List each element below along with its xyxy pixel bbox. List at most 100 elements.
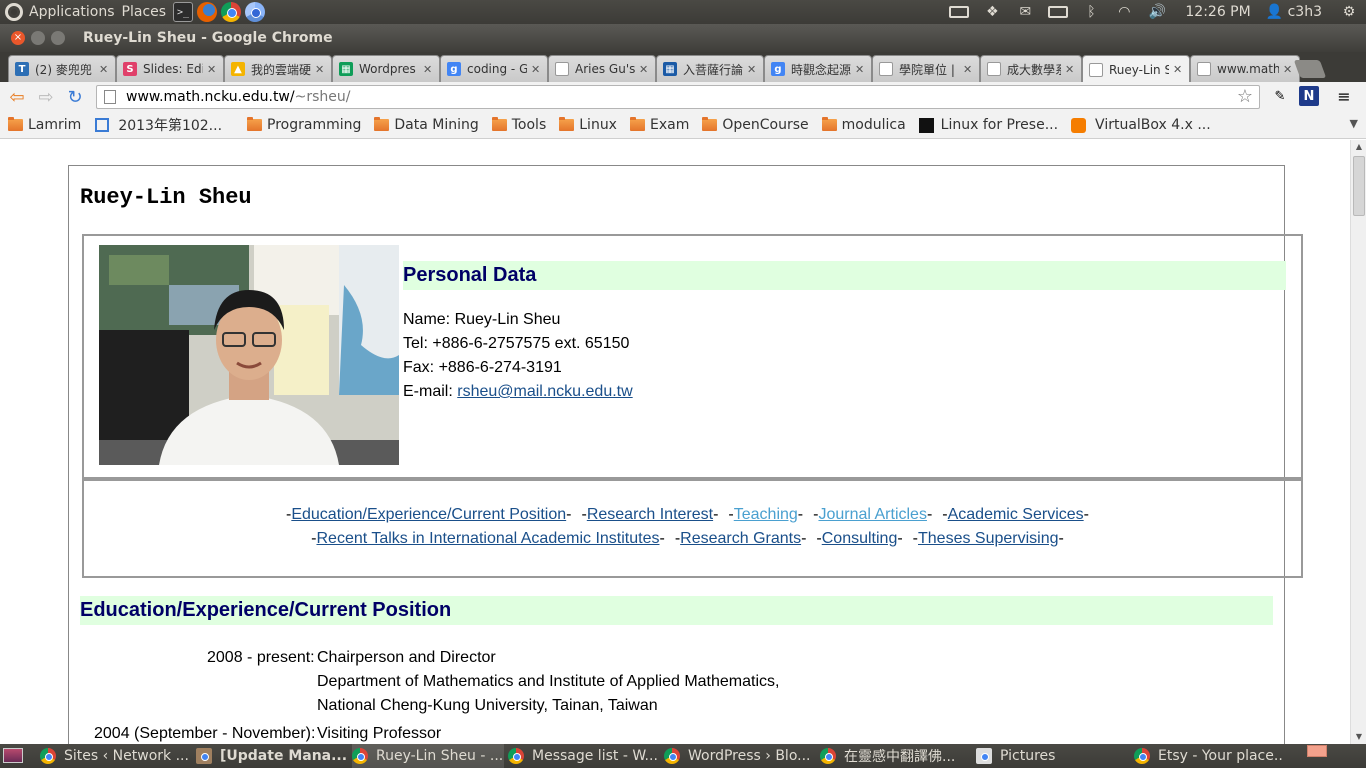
back-arrow-icon[interactable]: ⇦ (5, 85, 29, 109)
section-link[interactable]: Journal Articles (818, 506, 927, 523)
vertical-scrollbar[interactable]: ▲ ▼ (1350, 140, 1366, 744)
tab-close-icon[interactable]: ✕ (315, 63, 325, 76)
taskbar-item[interactable]: [Update Mana... (196, 744, 348, 768)
bookmark-star-icon[interactable]: ☆ (1237, 86, 1253, 107)
taskbar-item[interactable]: Message list - W... (508, 744, 660, 768)
tab-close-icon[interactable]: ✕ (639, 63, 649, 76)
tab-label: 入菩薩行論 (683, 62, 743, 77)
folder-icon (559, 117, 575, 131)
bookmark-item[interactable]: Linux (559, 117, 617, 133)
chrome-menu-icon[interactable]: ≡ (1334, 86, 1354, 106)
folder-icon (374, 117, 390, 131)
browser-tab[interactable]: www.math ✕ (1190, 55, 1300, 82)
bookmark-item[interactable]: Linux for Prese... (918, 117, 1058, 133)
browser-tab[interactable]: T (2) 麥兜兜 ✕ (8, 55, 116, 82)
chromium-icon[interactable] (245, 2, 266, 22)
section-link-item: -Journal Articles- (813, 506, 933, 523)
browser-tab[interactable]: ▦ Wordpres ✕ (332, 55, 440, 82)
bluetooth-icon[interactable]: ᛒ (1080, 4, 1102, 20)
terminal-icon[interactable]: >_ (173, 2, 194, 22)
browser-tab[interactable]: ▦ 入菩薩行論 ✕ (656, 55, 764, 82)
minimize-window-icon[interactable] (31, 31, 45, 45)
browser-tab[interactable]: ▲ 我的雲端硬 ✕ (224, 55, 332, 82)
bookmark-item[interactable]: OpenCourse (702, 117, 809, 133)
email-link[interactable]: rsheu@mail.ncku.edu.tw (457, 383, 632, 400)
workspace-switcher-icon[interactable] (1307, 745, 1327, 757)
tab-close-icon[interactable]: ✕ (747, 63, 757, 76)
scroll-up-icon[interactable]: ▲ (1351, 140, 1366, 154)
dropbox-icon[interactable]: ❖ (981, 4, 1003, 20)
taskbar-item[interactable]: Etsy - Your place... (1134, 744, 1284, 768)
ubuntu-logo-icon[interactable] (5, 3, 23, 21)
taskbar-item[interactable]: Pictures (976, 744, 1128, 768)
keyboard-icon[interactable] (948, 4, 970, 20)
taskbar-item[interactable]: WordPress › Blo... (664, 744, 816, 768)
wifi-icon[interactable]: ◠ (1113, 4, 1135, 20)
scrollbar-thumb[interactable] (1353, 156, 1365, 216)
reload-icon[interactable]: ↻ (63, 85, 87, 109)
bookmark-item[interactable]: VirtualBox 4.x ... (1071, 117, 1211, 133)
clock[interactable]: 12:26 PM (1185, 4, 1250, 20)
profile-photo (99, 245, 399, 465)
section-link[interactable]: Education/Experience/Current Position (291, 506, 566, 523)
show-desktop-icon[interactable] (3, 748, 23, 763)
applications-menu[interactable]: Applications (29, 4, 115, 20)
tab-close-icon[interactable]: ✕ (99, 63, 109, 76)
browser-tab[interactable]: S Slides: Edi ✕ (116, 55, 224, 82)
browser-tab[interactable]: g coding - G ✕ (440, 55, 548, 82)
bookmark-item[interactable]: Data Mining (374, 117, 479, 133)
mail-icon[interactable]: ✉ (1014, 4, 1036, 20)
bookmark-item[interactable]: Lamrim (8, 117, 81, 133)
extension-wrench-icon[interactable]: ✎ (1270, 86, 1290, 106)
new-tab-button[interactable] (1293, 60, 1327, 78)
tab-close-icon[interactable]: ✕ (207, 63, 217, 76)
browser-tab[interactable]: Aries Gu's ✕ (548, 55, 656, 82)
section-link[interactable]: Academic Services (948, 506, 1084, 523)
section-link[interactable]: Consulting (822, 530, 898, 547)
section-link[interactable]: Research Grants (680, 530, 801, 547)
volume-icon[interactable]: 🔊 (1146, 4, 1168, 20)
bookmarks-overflow-icon[interactable]: ▼ (1350, 117, 1358, 130)
gear-icon[interactable]: ⚙ (1338, 4, 1360, 20)
bookmark-label: Exam (649, 117, 690, 133)
taskbar-label: Pictures (1000, 748, 1056, 764)
section-link[interactable]: Theses Supervising (918, 530, 1059, 547)
battery-icon[interactable] (1047, 4, 1069, 20)
close-window-icon[interactable]: × (11, 31, 25, 45)
extension-n-icon[interactable]: N (1299, 86, 1319, 106)
bookmark-item[interactable]: Tools (491, 117, 546, 133)
tab-close-icon[interactable]: ✕ (855, 63, 865, 76)
bottom-taskbar: Sites ‹ Network ... [Update Mana... Ruey-L… (0, 744, 1366, 768)
firefox-icon[interactable] (197, 2, 218, 22)
tab-close-icon[interactable]: ✕ (531, 63, 541, 76)
tab-close-icon[interactable]: ✕ (423, 63, 433, 76)
bookmark-item[interactable]: 2013年第102... (95, 115, 222, 135)
tab-favicon-icon: T (15, 62, 29, 76)
tab-label: 成大數學系 (1007, 62, 1061, 77)
tab-close-icon[interactable]: ✕ (1283, 63, 1293, 76)
tab-close-icon[interactable]: ✕ (1173, 63, 1183, 76)
address-bar[interactable]: www.math.ncku.edu.tw/~rsheu/ ☆ (96, 85, 1260, 109)
section-link[interactable]: Teaching (734, 506, 798, 523)
taskbar-item[interactable]: 在靈感中翻譯佛... (820, 744, 972, 768)
maximize-window-icon[interactable] (51, 31, 65, 45)
browser-tab[interactable]: Ruey-Lin S ✕ (1082, 55, 1190, 83)
window-titlebar[interactable]: × Ruey-Lin Sheu - Google Chrome (0, 24, 1366, 52)
bookmark-item[interactable]: Programming (247, 117, 361, 133)
section-link[interactable]: Research Interest (587, 506, 713, 523)
scroll-down-icon[interactable]: ▼ (1351, 730, 1366, 744)
forward-arrow-icon[interactable]: ⇨ (34, 85, 58, 109)
bookmark-item[interactable]: Exam (629, 117, 690, 133)
user-menu[interactable]: 👤 c3h3 (1266, 4, 1322, 20)
taskbar-item[interactable]: Sites ‹ Network ... (40, 744, 192, 768)
taskbar-item[interactable]: Ruey-Lin Sheu - ... (352, 744, 504, 768)
browser-tab[interactable]: 成大數學系 ✕ (980, 55, 1082, 82)
bookmark-item[interactable]: modulica (821, 117, 906, 133)
tab-close-icon[interactable]: ✕ (963, 63, 973, 76)
browser-tab[interactable]: g 時觀念起源 ✕ (764, 55, 872, 82)
section-link[interactable]: Recent Talks in International Academic I… (316, 530, 659, 547)
tab-close-icon[interactable]: ✕ (1065, 63, 1075, 76)
browser-tab[interactable]: 學院單位 | ✕ (872, 55, 980, 82)
chrome-icon[interactable] (221, 2, 242, 22)
places-menu[interactable]: Places (122, 4, 167, 20)
